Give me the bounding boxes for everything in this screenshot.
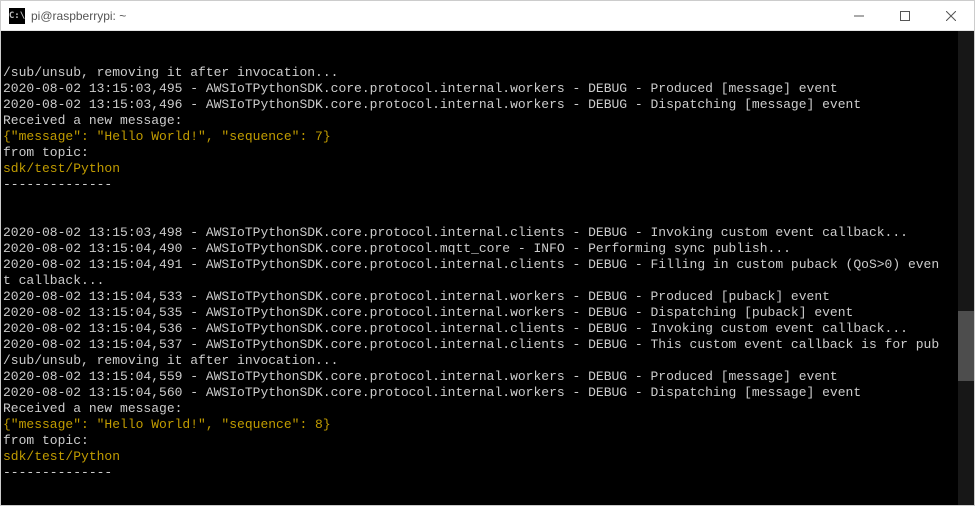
terminal-line: -------------- [3,465,974,481]
terminal-line [3,497,974,505]
terminal-output[interactable]: /sub/unsub, removing it after invocation… [1,31,974,505]
vertical-scrollbar[interactable] [958,31,974,505]
terminal-line: 2020-08-02 13:15:04,559 - AWSIoTPythonSD… [3,369,974,385]
terminal-line [3,481,974,497]
terminal-line: {"message": "Hello World!", "sequence": … [3,129,974,145]
terminal-line: /sub/unsub, removing it after invocation… [3,353,974,369]
terminal-line: 2020-08-02 13:15:04,490 - AWSIoTPythonSD… [3,241,974,257]
terminal-line: 2020-08-02 13:15:03,498 - AWSIoTPythonSD… [3,225,974,241]
terminal-line: sdk/test/Python [3,161,974,177]
terminal-line: 2020-08-02 13:15:04,537 - AWSIoTPythonSD… [3,337,974,353]
terminal-line: Received a new message: [3,401,974,417]
terminal-line: 2020-08-02 13:15:04,535 - AWSIoTPythonSD… [3,305,974,321]
terminal-line [3,209,974,225]
terminal-line: from topic: [3,433,974,449]
maximize-button[interactable] [882,1,928,30]
terminal-line: from topic: [3,145,974,161]
terminal-line: 2020-08-02 13:15:03,496 - AWSIoTPythonSD… [3,97,974,113]
scrollbar-thumb[interactable] [958,311,974,381]
terminal-line: Received a new message: [3,113,974,129]
terminal-line: -------------- [3,177,974,193]
terminal-lines: /sub/unsub, removing it after invocation… [3,65,974,505]
terminal-line: t callback... [3,273,974,289]
close-button[interactable] [928,1,974,30]
terminal-icon: C:\ [9,8,25,24]
window-title: pi@raspberrypi: ~ [31,9,836,23]
terminal-icon-label: C:\ [9,11,25,21]
minimize-button[interactable] [836,1,882,30]
terminal-line [3,193,974,209]
maximize-icon [900,11,910,21]
minimize-icon [854,11,864,21]
terminal-line: 2020-08-02 13:15:04,533 - AWSIoTPythonSD… [3,289,974,305]
terminal-line: 2020-08-02 13:15:04,491 - AWSIoTPythonSD… [3,257,974,273]
terminal-line: 2020-08-02 13:15:04,536 - AWSIoTPythonSD… [3,321,974,337]
terminal-line: /sub/unsub, removing it after invocation… [3,65,974,81]
terminal-line: 2020-08-02 13:15:03,495 - AWSIoTPythonSD… [3,81,974,97]
terminal-line: {"message": "Hello World!", "sequence": … [3,417,974,433]
app-window: C:\ pi@raspberrypi: ~ /sub/unsub, removi… [0,0,975,506]
terminal-line: sdk/test/Python [3,449,974,465]
terminal-line: 2020-08-02 13:15:04,560 - AWSIoTPythonSD… [3,385,974,401]
titlebar[interactable]: C:\ pi@raspberrypi: ~ [1,1,974,31]
close-icon [946,11,956,21]
window-controls [836,1,974,30]
